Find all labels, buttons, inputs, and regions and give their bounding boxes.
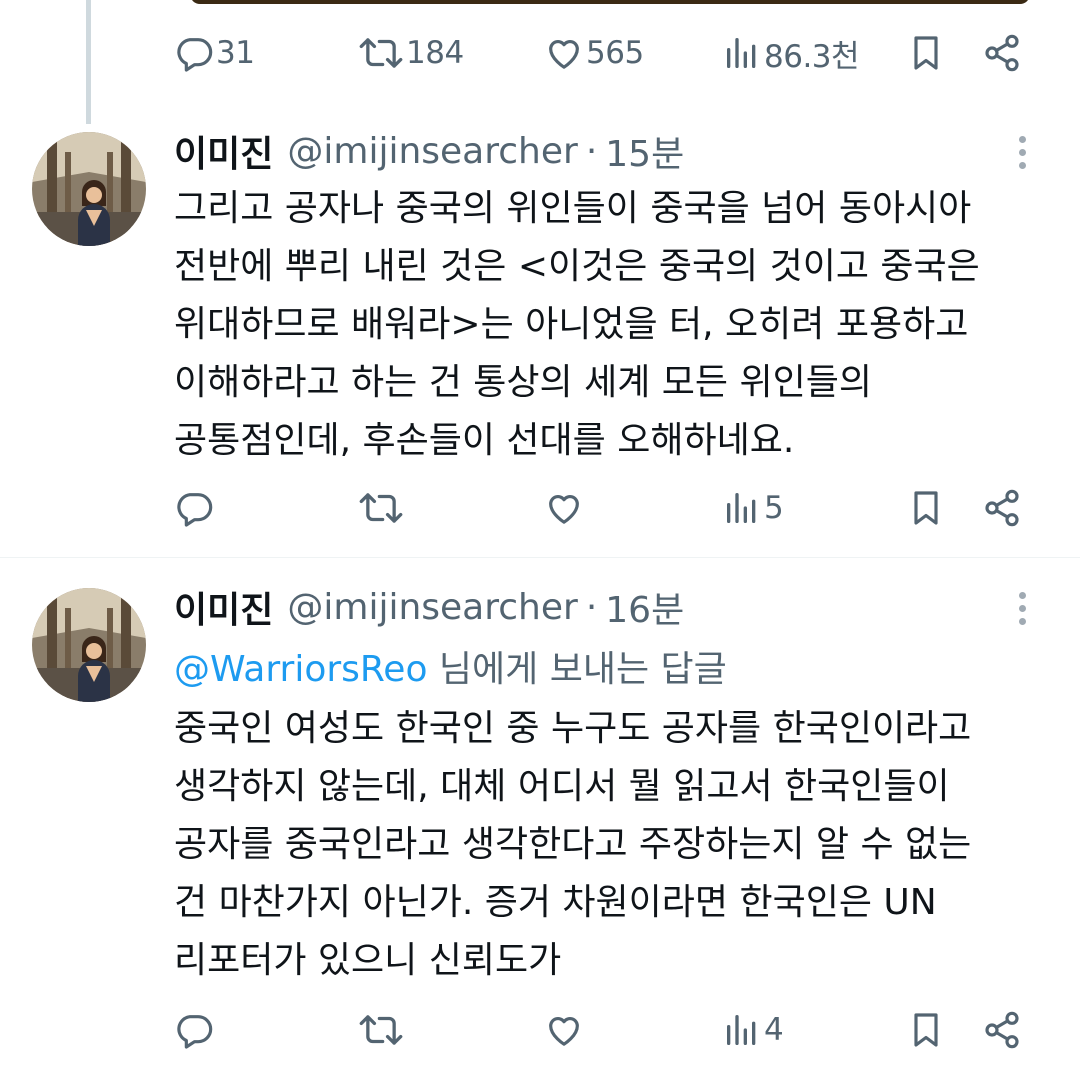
tweet-text-line: 공자를 중국인라고 생각한다고 주장하는지 알 수 없는 — [174, 824, 972, 865]
like-button[interactable]: 565 — [544, 23, 644, 83]
timestamp[interactable]: 16분 — [605, 581, 684, 633]
views-count: 4 — [764, 1012, 784, 1048]
bookmark-icon — [914, 491, 938, 525]
retweet-icon — [359, 1015, 403, 1045]
share-icon — [985, 34, 1019, 72]
views-count: 86.3천 — [764, 38, 860, 75]
like-icon — [549, 495, 579, 524]
like-icon — [549, 40, 579, 69]
reply-button[interactable] — [174, 1000, 214, 1060]
media-image-bottom-edge[interactable] — [190, 0, 1030, 4]
views-button[interactable]: 86.3천 — [722, 23, 860, 83]
retweet-icon — [359, 493, 403, 523]
tweet-text-line: 공통점인데, 후손들이 선대를 오해하네요. — [174, 420, 795, 461]
share-icon — [985, 489, 1019, 527]
views-icon — [727, 38, 756, 69]
share-button[interactable] — [982, 478, 1022, 538]
retweet-button[interactable] — [358, 478, 404, 538]
reply-button[interactable] — [174, 478, 214, 538]
display-name[interactable]: 이미진 — [174, 125, 273, 177]
tweet-header: 이미진 @imijinsearcher · 15분 — [174, 126, 684, 176]
more-icon — [1016, 136, 1030, 169]
tweet-action-bar: 4 — [174, 1000, 1034, 1060]
display-name[interactable]: 이미진 — [174, 581, 273, 633]
avatar[interactable] — [32, 588, 146, 702]
reply-to-suffix: 님에게 보내는 답글 — [427, 649, 727, 690]
bookmark-button[interactable] — [906, 1000, 946, 1060]
tweet-text-line: 위대하므로 배워라>는 아니었을 터, 오히려 포용하고 — [174, 304, 969, 345]
reply-count: 31 — [216, 35, 255, 71]
timestamp[interactable]: 15분 — [605, 125, 684, 177]
retweet-icon — [359, 38, 403, 68]
bookmark-button[interactable] — [906, 478, 946, 538]
avatar[interactable] — [32, 132, 146, 246]
retweet-count: 184 — [406, 35, 464, 71]
share-button[interactable] — [982, 23, 1022, 83]
reply-mention-link[interactable]: @WarriorsReo — [174, 649, 427, 690]
reply-icon — [177, 38, 213, 72]
tweet-text-line: 건 마찬가지 아닌가. 증거 차원이라면 한국인은 UN — [174, 882, 937, 923]
retweet-button[interactable]: 184 — [358, 23, 464, 83]
views-button[interactable]: 4 — [722, 1000, 784, 1060]
tweet-text-line: 생각하지 않는데, 대체 어디서 뭘 읽고서 한국인들이 — [174, 766, 950, 807]
like-count: 565 — [586, 35, 644, 71]
views-button[interactable]: 5 — [722, 478, 784, 538]
views-count: 5 — [764, 490, 784, 526]
tweet-text-line: 이해하라고 하는 건 통상의 세계 모든 위인들의 — [174, 362, 872, 403]
like-button[interactable] — [544, 1000, 584, 1060]
tweet-action-bar: 5 — [174, 478, 1034, 538]
more-options-button[interactable] — [1016, 592, 1030, 632]
views-icon — [727, 493, 756, 523]
bookmark-icon — [914, 36, 938, 70]
separator-dot: · — [585, 586, 598, 628]
bookmark-button[interactable] — [906, 23, 946, 83]
tweet-text-line: 전반에 뿌리 내린 것은 <이것은 중국의 것이고 중국은 — [174, 246, 980, 287]
reply-icon — [177, 493, 213, 527]
tweet-text-line: 중국인 여성도 한국인 중 누구도 공자를 한국인이라고 — [174, 708, 972, 749]
more-options-button[interactable] — [1016, 136, 1030, 176]
more-icon — [1016, 592, 1030, 625]
tweet-text: 그리고 공자나 중국의 위인들이 중국을 넘어 동아시아 전반에 뿌리 내린 것… — [174, 180, 1044, 470]
like-button[interactable] — [544, 478, 584, 538]
bookmark-icon — [914, 1013, 938, 1047]
retweet-button[interactable] — [358, 1000, 404, 1060]
tweet-header: 이미진 @imijinsearcher · 16분 — [174, 582, 684, 632]
user-handle[interactable]: @imijinsearcher — [287, 587, 577, 628]
user-handle[interactable]: @imijinsearcher — [287, 131, 577, 172]
like-icon — [549, 1017, 579, 1046]
reply-icon — [177, 1015, 213, 1049]
tweet-text-line: 그리고 공자나 중국의 위인들이 중국을 넘어 동아시아 — [174, 188, 972, 229]
share-button[interactable] — [982, 1000, 1022, 1060]
thread-connector-line — [86, 0, 91, 124]
separator-dot: · — [585, 130, 598, 172]
views-icon — [727, 1015, 756, 1045]
share-icon — [985, 1011, 1019, 1049]
tweet-divider — [0, 557, 1080, 558]
tweet-text-line: 리포터가 있으니 신뢰도가 — [174, 940, 562, 981]
replying-to: @WarriorsReo 님에게 보내는 답글 — [174, 640, 727, 692]
top-tweet-action-bar: 31 184 565 86.3천 — [174, 23, 1034, 83]
tweet-text: 중국인 여성도 한국인 중 누구도 공자를 한국인이라고 생각하지 않는데, 대… — [174, 700, 1044, 990]
reply-button[interactable]: 31 — [174, 23, 255, 83]
